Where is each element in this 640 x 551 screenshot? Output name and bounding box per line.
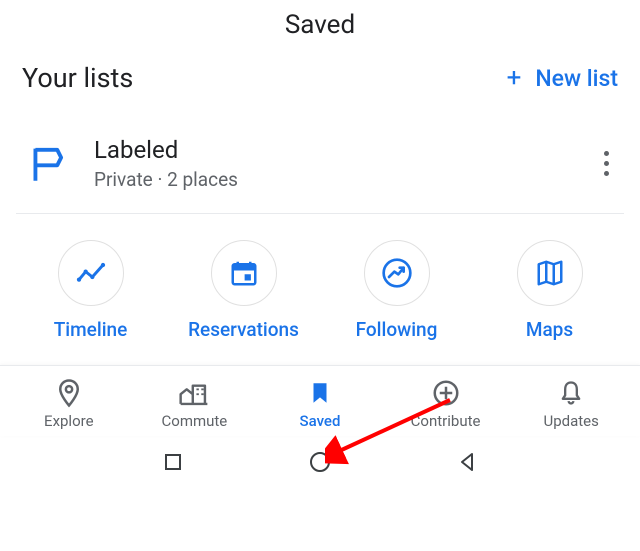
reservations-label: Reservations xyxy=(188,318,299,341)
your-lists-heading: Your lists xyxy=(22,62,133,94)
home-button[interactable] xyxy=(308,450,332,474)
pin-icon xyxy=(54,378,84,408)
list-text: Labeled Private · 2 places xyxy=(94,136,564,191)
lists-section-header: Your lists + New list xyxy=(0,54,640,112)
maps-shortcut[interactable]: Maps xyxy=(477,240,622,341)
following-label: Following xyxy=(356,318,438,341)
shortcuts-row: Timeline Reservations Following Maps xyxy=(0,214,640,365)
trend-icon xyxy=(364,240,430,306)
list-subtitle: Private · 2 places xyxy=(94,168,564,191)
tab-updates[interactable]: Updates xyxy=(508,378,634,430)
tab-explore-label: Explore xyxy=(44,412,94,430)
tab-updates-label: Updates xyxy=(543,412,598,430)
list-item-labeled[interactable]: Labeled Private · 2 places xyxy=(0,112,640,213)
more-icon[interactable] xyxy=(594,145,618,182)
timeline-icon xyxy=(58,240,124,306)
back-button[interactable] xyxy=(455,450,479,474)
tab-contribute-label: Contribute xyxy=(411,412,481,430)
bottom-tab-bar: Explore Commute Saved Contribute Updates xyxy=(0,365,640,436)
new-list-button[interactable]: + New list xyxy=(507,65,618,92)
tab-commute[interactable]: Commute xyxy=(132,378,258,430)
tab-contribute[interactable]: Contribute xyxy=(383,378,509,430)
plus-icon: + xyxy=(507,65,522,91)
tab-saved-label: Saved xyxy=(300,412,341,430)
list-name: Labeled xyxy=(94,136,564,164)
maps-label: Maps xyxy=(526,318,573,341)
flag-icon xyxy=(30,146,64,182)
system-nav-bar xyxy=(0,436,640,484)
tab-explore[interactable]: Explore xyxy=(6,378,132,430)
buildings-icon xyxy=(177,378,211,408)
timeline-label: Timeline xyxy=(54,318,128,341)
reservations-shortcut[interactable]: Reservations xyxy=(171,240,316,341)
recent-apps-button[interactable] xyxy=(161,450,185,474)
bell-icon xyxy=(557,378,585,408)
tab-saved[interactable]: Saved xyxy=(257,378,383,430)
following-shortcut[interactable]: Following xyxy=(324,240,469,341)
map-icon xyxy=(517,240,583,306)
page-title: Saved xyxy=(0,10,640,40)
add-circle-icon xyxy=(431,378,461,408)
bookmark-icon xyxy=(307,378,333,408)
page-header: Saved xyxy=(0,0,640,54)
new-list-label: New list xyxy=(535,65,618,92)
tab-commute-label: Commute xyxy=(162,412,228,430)
timeline-shortcut[interactable]: Timeline xyxy=(18,240,163,341)
calendar-icon xyxy=(211,240,277,306)
